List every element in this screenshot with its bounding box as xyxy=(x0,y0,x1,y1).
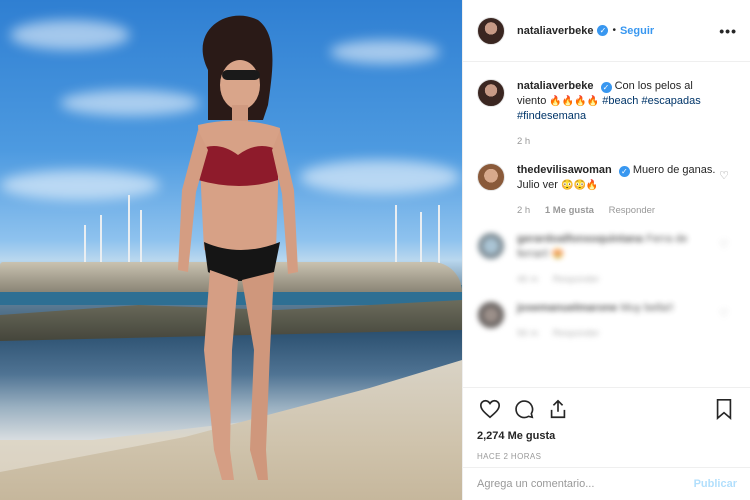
instagram-post: nataliaverbeke ✓ • Seguir ••• nataliaver… xyxy=(0,0,750,500)
post-time[interactable]: HACE 2 HORAS xyxy=(477,452,737,461)
likes-count[interactable]: 2,274 Me gusta xyxy=(477,430,737,442)
comment-like-heart-icon[interactable]: ♡ xyxy=(719,169,729,182)
commenter-avatar[interactable] xyxy=(477,301,505,329)
hashtag-beach[interactable]: #beach xyxy=(602,95,638,107)
verified-icon: ✓ xyxy=(618,166,630,177)
comment-emojis: 😳😳🔥 xyxy=(561,180,599,191)
commenter-username[interactable]: gerardoalfonsoquintana xyxy=(517,233,643,245)
share-icon[interactable] xyxy=(545,396,571,422)
comment-emojis: 😍 xyxy=(551,249,565,260)
comment-like-heart-icon[interactable]: ♡ xyxy=(719,307,729,320)
author-username[interactable]: nataliaverbeke xyxy=(517,25,593,37)
comment-like-heart-icon[interactable]: ♡ xyxy=(719,238,729,251)
caption-username[interactable]: nataliaverbeke xyxy=(517,80,593,92)
hashtag-escapadas[interactable]: #escapadas xyxy=(641,95,700,107)
caption: nataliaverbeke ✓ Con los pelos al viento… xyxy=(477,79,737,149)
comment-input[interactable]: Agrega un comentario... xyxy=(477,478,594,490)
post-photo[interactable] xyxy=(0,0,462,500)
comment-icon[interactable] xyxy=(511,396,537,422)
reply-button[interactable]: Responder xyxy=(609,205,655,216)
commenter-username[interactable]: josemanuelmarone xyxy=(517,302,617,314)
publish-button[interactable]: Publicar xyxy=(694,478,737,490)
caption-avatar[interactable] xyxy=(477,79,505,107)
commenter-avatar[interactable] xyxy=(477,232,505,260)
reply-button[interactable]: Responder xyxy=(553,328,599,339)
comment-likes[interactable]: 1 Me gusta xyxy=(545,205,594,216)
bookmark-icon[interactable] xyxy=(711,396,737,422)
hashtag-findesemana[interactable]: #findesemana xyxy=(517,110,586,122)
caption-emojis: 🔥🔥🔥🔥 xyxy=(549,96,600,107)
comment-item: thedevilisawoman ✓ Muero de ganas. Julio… xyxy=(477,163,737,218)
more-icon[interactable]: ••• xyxy=(719,23,737,39)
post-sidebar: nataliaverbeke ✓ • Seguir ••• nataliaver… xyxy=(462,0,750,500)
verified-icon: ✓ xyxy=(600,82,612,93)
reply-button[interactable]: Responder xyxy=(553,274,599,285)
commenter-username[interactable]: thedevilisawoman xyxy=(517,164,612,176)
heart-icon[interactable] xyxy=(477,396,503,422)
woman-figure xyxy=(168,10,308,500)
add-comment-bar: Agrega un comentario... Publicar xyxy=(463,467,750,500)
follow-button[interactable]: Seguir xyxy=(620,25,654,37)
comment-time[interactable]: 56 m xyxy=(517,328,538,339)
post-actions: 2,274 Me gusta HACE 2 HORAS xyxy=(463,387,750,467)
caption-time[interactable]: 2 h xyxy=(517,136,530,147)
separator-dot: • xyxy=(612,25,616,36)
commenter-avatar[interactable] xyxy=(477,163,505,191)
post-header: nataliaverbeke ✓ • Seguir ••• xyxy=(463,0,750,62)
comment-time[interactable]: 2 h xyxy=(517,205,530,216)
comment-item: gerardoalfonsoquintana Ferra de ferrari!… xyxy=(477,232,737,287)
comment-text: Muy bella!! xyxy=(620,302,674,314)
author-avatar[interactable] xyxy=(477,16,505,45)
comments-list[interactable]: nataliaverbeke ✓ Con los pelos al viento… xyxy=(463,63,750,387)
comment-item: josemanuelmarone Muy bella!! 56 m Respon… xyxy=(477,301,737,341)
comment-time[interactable]: 46 m xyxy=(517,274,538,285)
verified-icon: ✓ xyxy=(597,25,609,36)
